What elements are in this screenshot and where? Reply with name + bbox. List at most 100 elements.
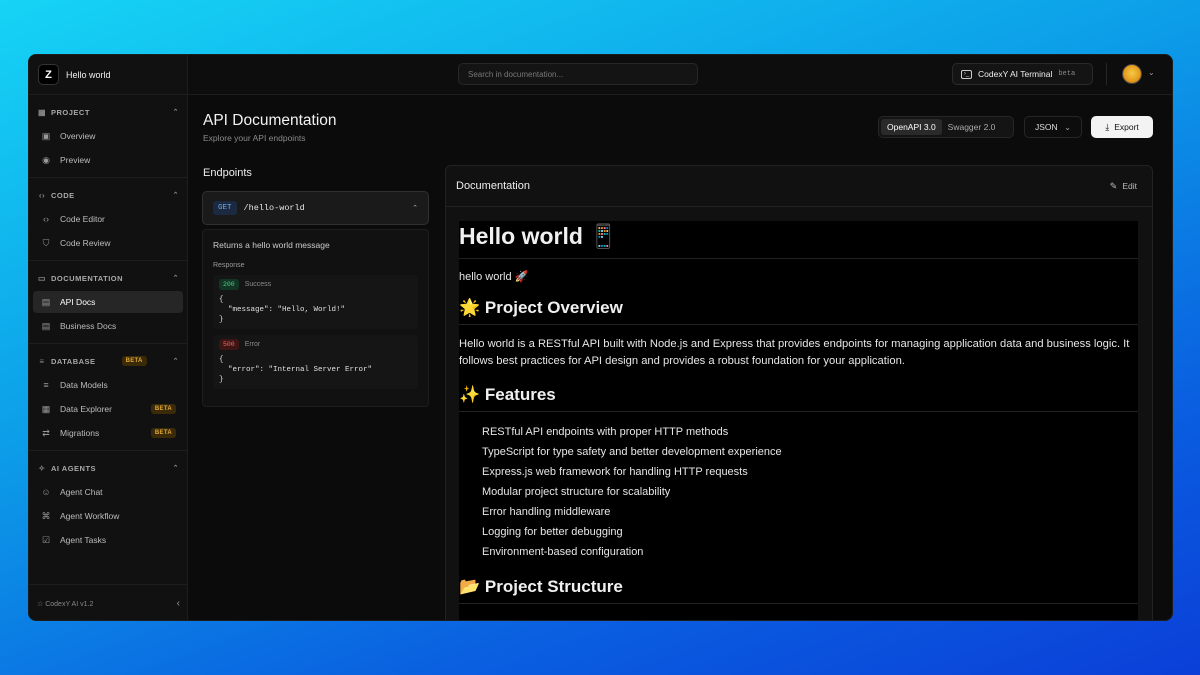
doc-heading-1: Hello world 📱 (459, 221, 1138, 259)
beta-badge: beta (1058, 70, 1076, 78)
avatar[interactable] (1122, 64, 1142, 84)
export-button[interactable]: ⤓ Export (1091, 116, 1153, 138)
brand[interactable]: Z Hello world (29, 55, 187, 95)
list-item: Error handling middleware (482, 506, 611, 518)
collapse-sidebar-icon[interactable]: ‹ (177, 598, 180, 609)
section-header-documentation[interactable]: ▭ DOCUMENTATION ⌃ (29, 267, 187, 289)
section-title: DATABASE (51, 356, 96, 366)
section-header-database[interactable]: ≡ DATABASE BETA ⌃ (29, 350, 187, 372)
sidebar-item-agent-chat[interactable]: ☺ Agent Chat (33, 481, 183, 503)
table-icon: ▦ (41, 403, 51, 414)
logo-icon: Z (38, 64, 59, 85)
doc-heading-overview: 🌟 Project Overview (459, 298, 1138, 325)
download-icon: ⤓ (1105, 121, 1110, 132)
response-body: { "error": "Internal Server Error" } (219, 356, 373, 384)
response-body: { "message": "Hello, World!" } (219, 296, 346, 324)
endpoint-details: Returns a hello world message Response 2… (202, 229, 429, 407)
grid-icon: ▦ (37, 107, 47, 117)
book-icon: ▭ (37, 273, 47, 283)
file-text-icon: ▤ (41, 320, 51, 331)
doc-heading-features: ✨ Features (459, 385, 1138, 412)
sidebar-item-label: Agent Tasks (60, 535, 107, 545)
section-header-project[interactable]: ▦ PROJECT ⌃ (29, 101, 187, 123)
section-header-code[interactable]: ‹› CODE ⌃ (29, 184, 187, 206)
edit-button[interactable]: ✎ Edit (1110, 181, 1142, 192)
section-title: CODE (51, 190, 75, 200)
sparkle-icon: ✧ (38, 463, 46, 473)
list-item: Environment-based configuration (482, 546, 644, 558)
sidebar-item-label: API Docs (60, 297, 96, 307)
sidebar-item-business-docs[interactable]: ▤ Business Docs (33, 315, 183, 337)
sidebar-item-label: Code Editor (60, 214, 105, 224)
sidebar-item-agent-tasks[interactable]: ☑ Agent Tasks (33, 529, 183, 551)
response-header: 500 Error (219, 339, 412, 350)
section-title: DOCUMENTATION (51, 273, 124, 283)
migration-icon: ⇄ (42, 427, 50, 438)
endpoint-description: Returns a hello world message (213, 240, 330, 250)
section-title: AI AGENTS (51, 463, 97, 473)
features-list: RESTful API endpoints with proper HTTP m… (459, 422, 1138, 562)
method-badge: GET (213, 201, 237, 215)
spec-option-openapi[interactable]: OpenAPI 3.0 (881, 119, 942, 135)
sidebar-item-data-models[interactable]: ≡ Data Models (33, 374, 183, 396)
section-documentation: ▭ DOCUMENTATION ⌃ ▤ API Docs ▤ Business … (29, 261, 187, 344)
sidebar-item-label: Overview (60, 131, 96, 141)
sidebar-item-data-explorer[interactable]: ▦ Data Explorer BETA (33, 398, 183, 420)
edit-label: Edit (1122, 181, 1137, 191)
sidebar-item-label: Migrations (60, 428, 100, 438)
beta-badge: BETA (121, 356, 147, 366)
sidebar-item-label: Agent Workflow (60, 511, 120, 521)
dashboard-icon: ▣ (41, 130, 51, 141)
chevron-down-icon[interactable]: ⌄ (1148, 68, 1155, 77)
divider (1106, 63, 1107, 85)
chevron-up-icon: ⌃ (412, 205, 418, 212)
code-icon: ‹› (43, 214, 49, 224)
terminal-icon: ›_ (961, 69, 972, 79)
documentation-header: Documentation ✎ Edit (446, 166, 1152, 207)
sidebar-item-code-review[interactable]: ⛉ Code Review (33, 232, 183, 254)
pencil-icon: ✎ (1109, 180, 1118, 191)
response-header: 200 Success (219, 279, 412, 290)
list-item: RESTful API endpoints with proper HTTP m… (482, 426, 729, 438)
sidebar-item-agent-workflow[interactable]: ⌘ Agent Workflow (33, 505, 183, 527)
beta-badge: BETA (150, 428, 176, 438)
code-icon: ‹› (38, 190, 46, 200)
response-label: Response (213, 262, 245, 269)
section-title: PROJECT (51, 107, 90, 117)
response-500: 500 Error { "error": "Internal Server Er… (213, 335, 418, 389)
format-select[interactable]: JSON ⌄ (1024, 116, 1082, 138)
doc-overview-text: Hello world is a RESTful API built with … (459, 338, 1130, 367)
spec-option-swagger[interactable]: Swagger 2.0 (942, 119, 1002, 135)
database-icon: ≡ (39, 356, 45, 366)
doc-intro: hello world 🚀 (459, 271, 529, 283)
section-code: ‹› CODE ⌃ ‹› Code Editor ⛉ Code Review (29, 178, 187, 261)
shield-check-icon: ⛉ (42, 237, 50, 248)
ai-terminal-button[interactable]: ›_ CodexY AI Terminal beta (952, 63, 1093, 85)
sidebar-item-overview[interactable]: ▣ Overview (33, 125, 183, 147)
section-header-ai-agents[interactable]: ✧ AI AGENTS ⌃ (29, 457, 187, 479)
topbar: ›_ CodexY AI Terminal beta ⌄ (188, 55, 1172, 95)
list-item: Modular project structure for scalabilit… (482, 486, 671, 498)
response-200: 200 Success { "message": "Hello, World!"… (213, 275, 418, 329)
sidebar-item-api-docs[interactable]: ▤ API Docs (33, 291, 183, 313)
spec-toggle: OpenAPI 3.0 Swagger 2.0 (878, 116, 1014, 138)
sidebar-item-code-editor[interactable]: ‹› Code Editor (33, 208, 183, 230)
sidebar-item-preview[interactable]: ◉ Preview (33, 149, 183, 171)
status-text: Error (244, 341, 261, 348)
chevron-up-icon: ⌃ (172, 465, 179, 472)
checkbox-icon: ☑ (41, 534, 51, 545)
export-label: Export (1114, 122, 1139, 132)
markdown-preview: Hello world 📱 hello world 🚀 🌟 Project Ov… (459, 221, 1138, 620)
sidebar-item-label: Business Docs (60, 321, 117, 331)
endpoints-title: Endpoints (203, 167, 252, 179)
documentation-title: Documentation (456, 180, 530, 192)
page-title: API Documentation (203, 112, 337, 129)
search-input[interactable] (458, 63, 698, 85)
page-subtitle: Explore your API endpoints (203, 133, 306, 143)
workflow-icon: ⌘ (41, 510, 51, 521)
status-text: Success (244, 281, 272, 288)
sidebar-item-migrations[interactable]: ⇄ Migrations BETA (33, 422, 183, 444)
endpoint-item[interactable]: GET /hello-world ⌃ (202, 191, 429, 225)
sidebar-item-label: Data Explorer (60, 404, 112, 414)
status-code-badge: 500 (219, 339, 239, 350)
